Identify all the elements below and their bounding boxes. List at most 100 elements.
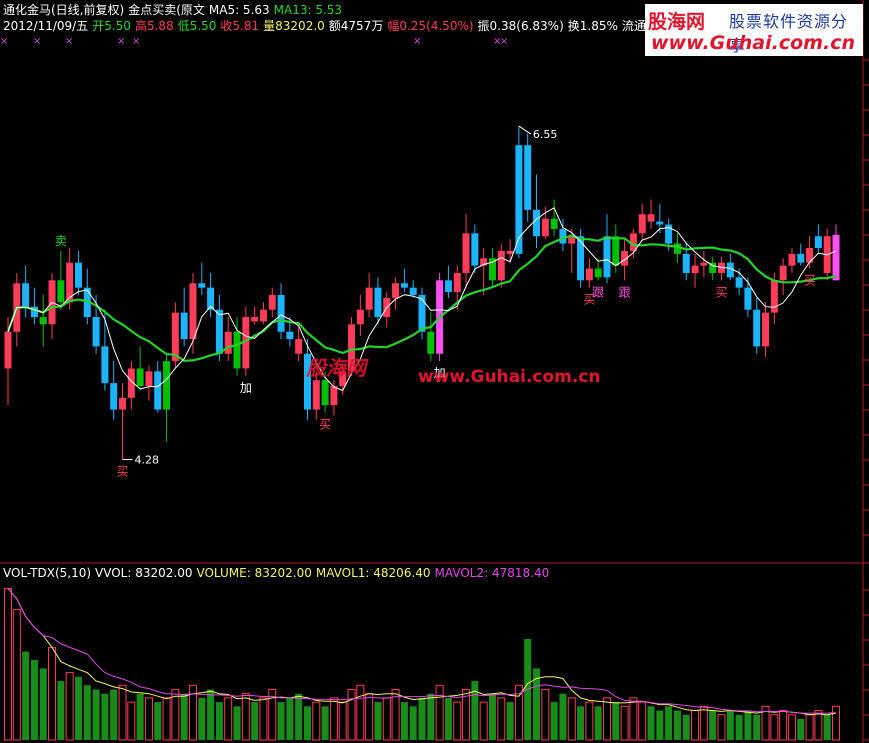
candle-body — [198, 283, 206, 288]
min-price-label: 4.28 — [135, 454, 160, 467]
candle-body — [356, 309, 364, 325]
volume-bar — [550, 702, 558, 740]
volume-bar — [374, 702, 382, 740]
volume-bar — [506, 702, 514, 740]
volume-bar — [577, 706, 585, 740]
candle-body — [312, 380, 320, 410]
candle-body — [39, 317, 47, 325]
marker-x: × — [0, 36, 8, 47]
volume-bar — [559, 693, 567, 740]
volume-bar — [30, 660, 38, 740]
signal-label-buy: 买 — [319, 418, 331, 432]
max-price-label: 6.55 — [533, 128, 558, 141]
volume-bar — [22, 651, 30, 740]
candle-body — [163, 361, 171, 410]
volume-bar — [427, 693, 435, 740]
vol-indicator-name: VOL-TDX(5,10) — [3, 566, 92, 580]
signal-label-follow: 跟 — [619, 285, 631, 299]
quote-low: 低5.50 — [177, 19, 217, 33]
quote-amount: 额4757万 — [328, 19, 384, 33]
volume-bar — [726, 710, 734, 740]
volume-bar — [709, 710, 717, 740]
quote-volume: 量83202.0 — [263, 19, 325, 33]
candle-body — [92, 317, 100, 347]
volume-bar — [488, 693, 496, 740]
volume-bar — [277, 702, 285, 740]
quote-high: 高5.88 — [134, 19, 174, 33]
candle-body — [418, 295, 426, 332]
volume-bar — [57, 681, 65, 740]
signal-label-add: 加 — [240, 381, 252, 395]
candle-body — [550, 218, 558, 229]
candle-body — [321, 380, 329, 406]
volume-bar — [444, 697, 452, 740]
candle-body — [101, 346, 109, 384]
candle-body — [224, 331, 232, 354]
candle-body — [506, 250, 514, 254]
mavol1-value: MAVOL1: 48206.40 — [315, 566, 431, 580]
center-watermark-url: www.Guhai.com.cn — [418, 367, 601, 387]
candle-body — [286, 331, 294, 340]
ma5-value: MA5: 5.63 — [208, 3, 270, 17]
volume-bar — [92, 689, 100, 740]
volume-bar — [251, 702, 259, 740]
volume-value: VOLUME: 83202.00 — [196, 566, 312, 580]
volume-bar — [682, 714, 690, 740]
volume-bar — [823, 714, 831, 740]
volume-bar — [400, 702, 408, 740]
center-watermark: 股海网 — [306, 356, 366, 380]
candle-body — [136, 368, 144, 387]
volume-bar — [83, 685, 91, 740]
volume-header: VOL-TDX(5,10) VVOL: 83202.00 VOLUME: 83202… — [3, 566, 553, 580]
candle-body — [497, 250, 505, 281]
marker-x: × — [65, 36, 73, 47]
mavol2-value: MAVOL2: 47818.40 — [434, 566, 550, 580]
watermark-banner: 股海网 股票软件资源分享 www.Guhai.com.cn — [645, 4, 863, 56]
volume-bar — [735, 714, 743, 740]
quote-change: 幅0.25(4.50%) — [387, 19, 474, 33]
volume-bar — [321, 706, 329, 740]
candle-body — [806, 248, 814, 263]
formula-name: 金点买卖(原文 — [128, 3, 205, 17]
candle-body — [788, 253, 796, 266]
vvol-value: VVOL: 83202.00 — [95, 566, 193, 580]
candle-body — [365, 287, 373, 310]
candle-body — [180, 312, 188, 340]
volume-bar — [665, 706, 673, 740]
candle-body — [22, 283, 30, 307]
candle-body — [295, 339, 303, 354]
candle-body — [268, 295, 276, 310]
candle-body — [585, 268, 593, 281]
candle-body — [453, 272, 461, 293]
candle-body — [656, 221, 664, 225]
marker-x: × — [500, 36, 508, 47]
volume-bar — [286, 697, 294, 740]
signal-label-follow: 跟 — [592, 285, 604, 299]
candle-body — [638, 214, 646, 234]
candle-body — [559, 228, 567, 244]
candle-body — [533, 209, 541, 237]
candle-body — [603, 236, 611, 278]
candle-body — [251, 317, 259, 322]
candle-body — [814, 236, 822, 248]
volume-bar — [233, 706, 241, 740]
marker-x: × — [132, 36, 140, 47]
price-header: 通化金马(日线,前复权) 金点买卖(原文 MA5: 5.63 MA13: 5.53 — [3, 3, 346, 17]
candle-body — [594, 268, 602, 278]
signal-label-buy: 买 — [715, 285, 727, 299]
candle-body — [682, 253, 690, 273]
candle-body — [691, 265, 699, 273]
quote-turnover: 换1.85% — [567, 19, 618, 33]
candle-body — [110, 383, 118, 410]
candle-body — [444, 280, 452, 293]
candle-body — [400, 283, 408, 288]
candle-body — [700, 262, 708, 266]
volume-bar — [471, 681, 479, 740]
quote-amplitude: 振0.38(6.83%) — [477, 19, 564, 33]
candle-body — [259, 309, 267, 322]
candle-body — [66, 262, 74, 303]
candle-body — [145, 371, 153, 387]
candle-body — [462, 233, 470, 273]
candle-body — [189, 283, 197, 340]
volume-bar — [154, 702, 162, 740]
